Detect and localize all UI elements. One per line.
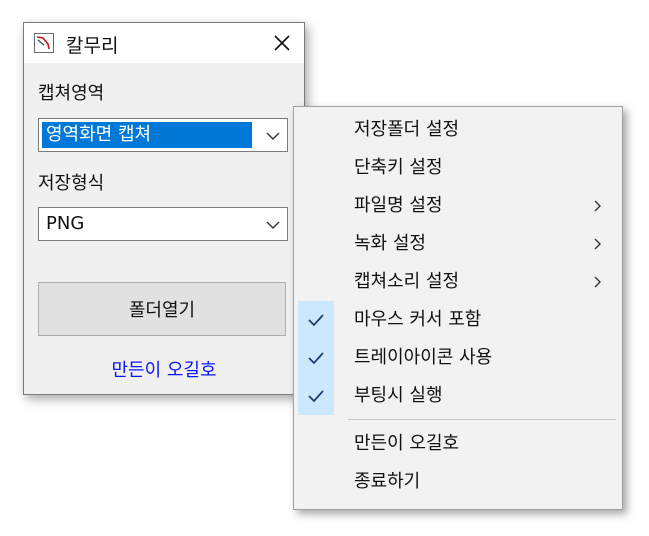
menu-item-label: 종료하기 bbox=[354, 471, 421, 492]
capture-area-value: 영역화면 캡쳐 bbox=[42, 122, 252, 148]
menu-item-label: 만든이 오길호 bbox=[354, 433, 460, 454]
chevron-down-icon bbox=[266, 221, 280, 229]
check-icon bbox=[308, 314, 324, 327]
menu-item-label: 캡쳐소리 설정 bbox=[354, 271, 460, 292]
menu-check-area bbox=[298, 225, 334, 263]
check-icon bbox=[308, 352, 324, 365]
screen: 칼무리 캡쳐영역 영역화면 캡쳐 저장형식 PNG 폴더열기 만든이 오길호 저… bbox=[0, 0, 649, 536]
save-format-label: 저장형식 bbox=[38, 173, 105, 194]
menu-item-capture-sound[interactable]: 캡쳐소리 설정 bbox=[298, 263, 618, 301]
app-window: 칼무리 캡쳐영역 영역화면 캡쳐 저장형식 PNG 폴더열기 만든이 오길호 bbox=[23, 22, 305, 395]
menu-item-label: 부팅시 실행 bbox=[354, 385, 443, 406]
author-link[interactable]: 만든이 오길호 bbox=[24, 356, 304, 382]
menu-item-author[interactable]: 만든이 오길호 bbox=[298, 425, 618, 463]
menu-check-area bbox=[298, 301, 334, 339]
context-menu: 저장폴더 설정 단축키 설정 파일명 설정 녹화 설정 캡쳐소리 설정 마우스 … bbox=[293, 106, 623, 510]
brush-app-icon bbox=[34, 33, 54, 53]
menu-item-filename[interactable]: 파일명 설정 bbox=[298, 187, 618, 225]
menu-item-label: 마우스 커서 포함 bbox=[354, 309, 482, 330]
menu-item-tray-icon[interactable]: 트레이아이콘 사용 bbox=[298, 339, 618, 377]
menu-item-label: 저장폴더 설정 bbox=[354, 119, 460, 140]
menu-item-label: 녹화 설정 bbox=[354, 233, 426, 254]
window-title: 칼무리 bbox=[66, 35, 119, 57]
chevron-right-icon bbox=[594, 276, 601, 288]
title-bar[interactable]: 칼무리 bbox=[24, 23, 304, 63]
menu-check-area bbox=[298, 463, 334, 501]
menu-check-area bbox=[298, 187, 334, 225]
menu-check-area bbox=[298, 263, 334, 301]
menu-check-area bbox=[298, 111, 334, 149]
open-folder-button[interactable]: 폴더열기 bbox=[38, 282, 286, 336]
save-format-value: PNG bbox=[46, 213, 85, 234]
close-button[interactable] bbox=[260, 23, 304, 63]
menu-check-area bbox=[298, 339, 334, 377]
menu-check-area bbox=[298, 149, 334, 187]
chevron-right-icon bbox=[594, 200, 601, 212]
chevron-right-icon bbox=[594, 238, 601, 250]
menu-item-include-cursor[interactable]: 마우스 커서 포함 bbox=[298, 301, 618, 339]
menu-item-exit[interactable]: 종료하기 bbox=[298, 463, 618, 501]
save-format-select[interactable]: PNG bbox=[38, 207, 288, 241]
check-icon bbox=[308, 390, 324, 403]
close-icon bbox=[274, 35, 290, 51]
capture-area-select[interactable]: 영역화면 캡쳐 bbox=[38, 118, 288, 152]
menu-check-area bbox=[298, 425, 334, 463]
menu-separator bbox=[348, 419, 616, 420]
menu-item-label: 트레이아이콘 사용 bbox=[354, 347, 493, 368]
menu-item-recording[interactable]: 녹화 설정 bbox=[298, 225, 618, 263]
menu-item-label: 파일명 설정 bbox=[354, 195, 443, 216]
menu-item-label: 단축키 설정 bbox=[354, 157, 443, 178]
menu-check-area bbox=[298, 377, 334, 415]
menu-item-run-at-boot[interactable]: 부팅시 실행 bbox=[298, 377, 618, 415]
menu-item-hotkey[interactable]: 단축키 설정 bbox=[298, 149, 618, 187]
chevron-down-icon bbox=[266, 132, 280, 140]
menu-item-save-folder[interactable]: 저장폴더 설정 bbox=[298, 111, 618, 149]
capture-area-label: 캡쳐영역 bbox=[38, 83, 105, 104]
